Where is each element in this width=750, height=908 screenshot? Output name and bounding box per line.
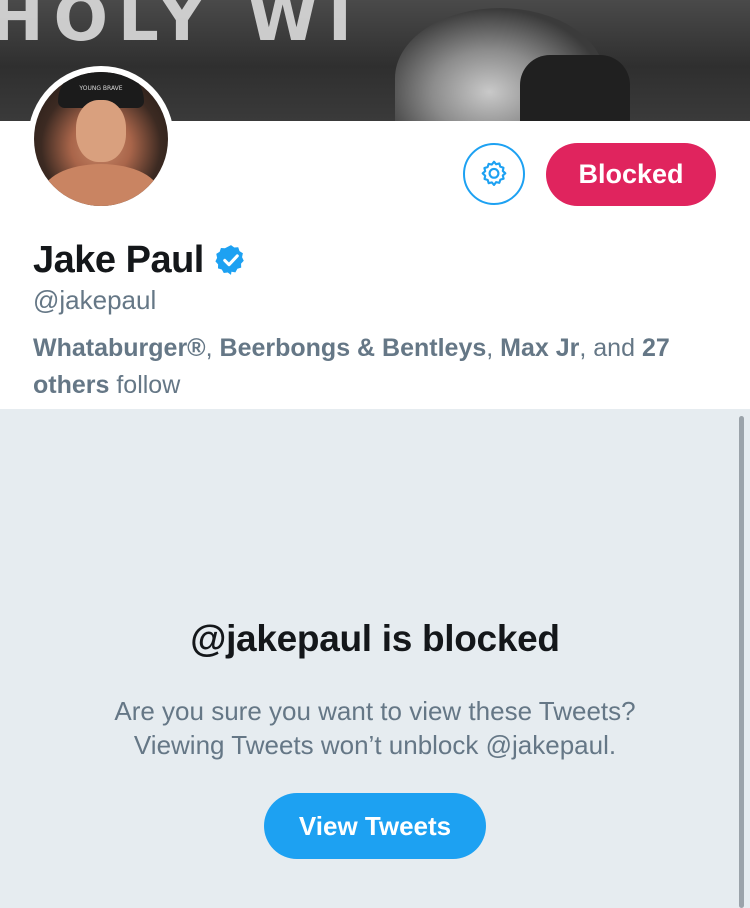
settings-button[interactable] xyxy=(463,143,525,205)
avatar-face xyxy=(76,100,126,162)
blocked-message-line1: Are you sure you want to view these Twee… xyxy=(114,696,636,726)
follower-name[interactable]: Max Jr xyxy=(500,334,579,362)
follower-separator: , xyxy=(205,334,220,362)
followers-you-know[interactable]: Whataburger®, Beerbongs & Bentleys, Max … xyxy=(33,330,723,404)
banner-figure-shadow xyxy=(520,55,630,121)
follower-name[interactable]: Beerbongs & Bentleys xyxy=(220,334,487,362)
profile-handle: @jakepaul xyxy=(33,285,157,315)
name-row: Jake Paul xyxy=(33,238,248,282)
verified-badge-icon xyxy=(215,245,244,275)
profile-name: Jake Paul xyxy=(33,238,204,281)
blocked-message-line2: Viewing Tweets won’t unblock @jakepaul. xyxy=(133,730,617,760)
banner-stage-text: HOLY WI xyxy=(0,0,362,56)
avatar-shoulders xyxy=(42,164,160,206)
follower-separator: , and xyxy=(579,334,642,362)
followers-suffix: follow xyxy=(109,371,181,399)
view-tweets-button[interactable]: View Tweets xyxy=(264,793,486,859)
gear-icon xyxy=(481,160,507,186)
blocked-message: Are you sure you want to view these Twee… xyxy=(0,694,750,762)
avatar-image: YOUNG BRAVE xyxy=(34,72,168,206)
blocked-button[interactable]: Blocked xyxy=(546,143,716,206)
scrollbar[interactable] xyxy=(739,416,744,908)
follower-name[interactable]: Whataburger® xyxy=(33,334,206,362)
blocked-title: @jakepaul is blocked xyxy=(190,618,560,659)
follower-separator: , xyxy=(486,334,501,362)
avatar[interactable]: YOUNG BRAVE xyxy=(28,66,174,212)
avatar-hat-text: YOUNG BRAVE xyxy=(78,85,122,92)
